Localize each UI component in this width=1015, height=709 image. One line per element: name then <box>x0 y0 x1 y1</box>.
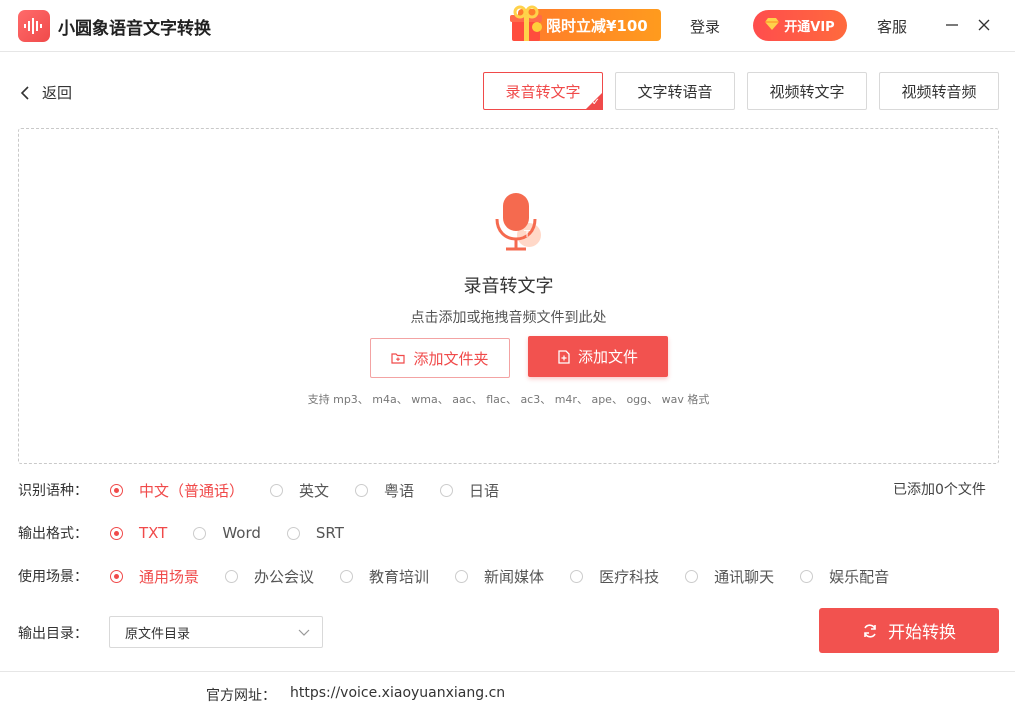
radio-format-txt[interactable]: TXT <box>110 524 167 542</box>
radio-label: Word <box>222 524 261 542</box>
refresh-icon <box>864 623 876 638</box>
format-options: 输出格式： TXT Word SRT <box>18 523 370 543</box>
radio-label: 教育培训 <box>369 567 430 586</box>
customer-service-link[interactable]: 客服 <box>877 16 907 37</box>
gift-icon <box>506 3 546 49</box>
scene-label: 使用场景： <box>18 569 88 585</box>
radio-label: 医疗科技 <box>599 567 660 586</box>
radio-label: SRT <box>315 524 344 542</box>
tab-video-to-text[interactable]: 视频转文字 <box>747 72 867 110</box>
site-label: 官方网址： <box>206 688 276 704</box>
format-label: 输出格式： <box>18 526 88 542</box>
output-dir-value: 原文件目录 <box>125 626 191 642</box>
site-url-link[interactable]: https://voice.xiaoyuanxiang.cn <box>290 685 505 705</box>
radio-label: 英文 <box>299 481 330 500</box>
radio-format-srt[interactable]: SRT <box>286 524 344 542</box>
radio-label: 通用场景 <box>139 567 200 586</box>
radio-label: 中文（普通话） <box>139 481 245 500</box>
radio-label: 新闻媒体 <box>484 567 545 586</box>
svg-text:T: T <box>523 229 531 240</box>
radio-scene-entertainment[interactable]: 娱乐配音 <box>800 566 889 587</box>
file-add-icon <box>558 349 570 364</box>
radio-label: 办公会议 <box>254 567 315 586</box>
radio-language-cantonese[interactable]: 粤语 <box>355 480 414 501</box>
radio-scene-chat[interactable]: 通讯聊天 <box>685 566 774 587</box>
diamond-icon <box>765 17 780 34</box>
file-count: 已添加0个文件 <box>893 482 986 498</box>
login-link[interactable]: 登录 <box>690 16 720 37</box>
vip-label: 开通VIP <box>784 20 835 35</box>
close-icon <box>978 19 990 31</box>
tab-label: 视频转音频 <box>901 82 977 101</box>
radio-scene-general[interactable]: 通用场景 <box>110 566 199 587</box>
radio-language-japanese[interactable]: 日语 <box>440 480 499 501</box>
radio-scene-education[interactable]: 教育培训 <box>340 566 429 587</box>
add-file-button[interactable]: 添加文件 <box>528 336 668 377</box>
tab-audio-to-text[interactable]: 录音转文字 ✓ <box>483 72 603 110</box>
radio-scene-meeting[interactable]: 办公会议 <box>225 566 314 587</box>
radio-label: TXT <box>139 524 168 542</box>
radio-label: 通讯聊天 <box>714 567 775 586</box>
close-button[interactable] <box>972 12 996 38</box>
open-vip-button[interactable]: 开通VIP <box>753 10 847 41</box>
footer: 官方网址： https://voice.xiaoyuanxiang.cn <box>206 685 505 705</box>
dropzone-hint: 点击添加或拖拽音频文件到此处 <box>410 310 607 326</box>
output-dir-select[interactable]: 原文件目录 <box>109 616 323 648</box>
dropzone-title: 录音转文字 <box>463 276 554 297</box>
promo-banner[interactable]: 限时立减¥100 <box>506 5 661 41</box>
radio-scene-medical[interactable]: 医疗科技 <box>570 566 659 587</box>
minimize-button[interactable] <box>940 12 964 38</box>
add-file-label: 添加文件 <box>577 348 638 366</box>
start-convert-label: 开始转换 <box>888 623 956 643</box>
minimize-icon <box>946 24 958 26</box>
folder-icon <box>391 353 406 364</box>
tab-label: 录音转文字 <box>505 82 581 101</box>
file-drop-zone[interactable]: T 录音转文字 点击添加或拖拽音频文件到此处 添加文件夹 添加文件 支持 mp3… <box>18 128 999 464</box>
check-icon: ✓ <box>591 97 600 108</box>
tab-label: 文字转语音 <box>637 82 713 101</box>
app-logo-icon <box>18 10 50 42</box>
radio-label: 粤语 <box>384 481 415 500</box>
radio-language-english[interactable]: 英文 <box>270 480 329 501</box>
back-button[interactable]: 返回 <box>20 82 72 103</box>
microphone-icon: T <box>489 187 561 259</box>
tab-video-to-audio[interactable]: 视频转音频 <box>879 72 999 110</box>
chevron-down-icon <box>298 629 310 636</box>
language-label: 识别语种： <box>18 483 88 499</box>
scene-options: 使用场景： 通用场景 办公会议 教育培训 新闻媒体 医疗科技 通讯聊天 娱乐配音 <box>18 566 915 586</box>
start-convert-button[interactable]: 开始转换 <box>819 608 999 653</box>
radio-format-word[interactable]: Word <box>193 524 261 542</box>
language-options: 识别语种： 中文（普通话） 英文 粤语 日语 <box>18 480 525 500</box>
tab-label: 视频转文字 <box>769 82 845 101</box>
chevron-left-icon <box>20 85 29 100</box>
add-folder-label: 添加文件夹 <box>413 349 489 368</box>
supported-formats: 支持 mp3、 m4a、 wma、 aac、 flac、 ac3、 m4r、 a… <box>307 393 710 406</box>
footer-divider <box>0 671 1015 672</box>
radio-scene-news[interactable]: 新闻媒体 <box>455 566 544 587</box>
app-title: 小圆象语音文字转换 <box>58 19 211 39</box>
promo-text: 限时立减¥100 <box>546 17 648 35</box>
add-folder-button[interactable]: 添加文件夹 <box>370 338 510 378</box>
radio-label: 娱乐配音 <box>829 567 890 586</box>
radio-label: 日语 <box>469 481 500 500</box>
radio-language-mandarin[interactable]: 中文（普通话） <box>110 480 244 501</box>
title-bar: 小圆象语音文字转换 限时立减¥100 登录 开通VIP 客服 <box>0 0 1015 52</box>
output-dir-label: 输出目录： <box>18 626 88 642</box>
back-label: 返回 <box>42 84 73 102</box>
tab-text-to-speech[interactable]: 文字转语音 <box>615 72 735 110</box>
